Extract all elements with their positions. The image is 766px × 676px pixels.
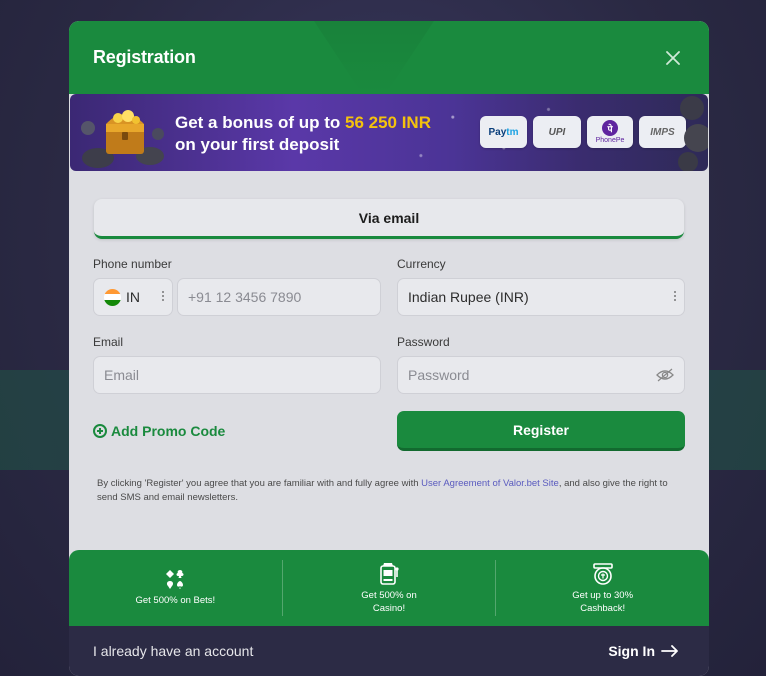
slot-machine-icon (380, 562, 399, 585)
bonus-features-bar: Get 500% on Bets! Get 500% on Casino! Ge… (69, 550, 709, 626)
registration-modal: Registration Get a bonus of up to 56 250… (69, 21, 709, 676)
phone-input[interactable]: +91 12 3456 7890 (177, 278, 381, 316)
country-code-select[interactable]: IN (93, 278, 173, 316)
bonus-bets: Get 500% on Bets! (69, 560, 282, 616)
phonepe-text: PhonePe (595, 137, 625, 144)
sign-in-link[interactable]: Sign In (608, 643, 679, 659)
password-placeholder: Password (408, 367, 470, 383)
user-agreement-link[interactable]: User Agreement of Valor.bet Site (421, 478, 559, 489)
email-label: Email (93, 335, 124, 349)
phonepe-mark: पे (602, 120, 618, 136)
upi-logo: UPI (533, 116, 581, 148)
phone-number-label: Phone number (93, 257, 172, 271)
paytm-logo: Pay tm (480, 116, 527, 148)
cashback-icon (592, 562, 613, 585)
coal-rocks-decoration (678, 96, 708, 171)
terms-text: By clicking 'Register' you agree that yo… (97, 477, 687, 505)
already-have-account-text: I already have an account (93, 643, 254, 659)
bonus-bets-label: Get 500% on Bets! (135, 595, 216, 606)
modal-header: Registration (69, 21, 709, 94)
country-code-value: IN (126, 289, 140, 305)
close-button[interactable] (663, 48, 683, 68)
deposit-bonus-banner: Get a bonus of up to 56 250 INR on your … (70, 94, 708, 171)
tab-via-email[interactable]: Via email (94, 199, 684, 239)
promo-label: Add Promo Code (111, 423, 226, 439)
currency-value: Indian Rupee (INR) (408, 289, 529, 305)
add-promo-code-link[interactable]: Add Promo Code (93, 423, 225, 439)
dropdown-dots-icon (674, 291, 676, 301)
phone-placeholder: +91 12 3456 7890 (188, 289, 302, 305)
bonus-amount: 56 250 INR (344, 113, 431, 132)
banner-line1: Get a bonus of up to (175, 113, 345, 132)
india-flag-icon (104, 288, 121, 306)
email-placeholder: Email (104, 367, 140, 383)
terms-prefix: By clicking 'Register' you agree that yo… (97, 478, 422, 489)
banner-text: Get a bonus of up to 56 250 INR on your … (175, 112, 431, 156)
eye-icon[interactable] (656, 368, 674, 382)
plus-circle-icon (93, 424, 107, 438)
modal-footer: I already have an account Sign In (69, 626, 709, 676)
bonus-cashback-label: Get up to 30% Cashback! (572, 589, 634, 614)
paytm-logo-part1: Pay (488, 126, 507, 138)
paytm-logo-part2: tm (506, 126, 519, 138)
banner-line2: on your first deposit (175, 135, 340, 154)
currency-select[interactable]: Indian Rupee (INR) (397, 278, 685, 316)
cards-suits-icon (166, 570, 184, 589)
bonus-casino-label: Get 500% on Casino! (361, 589, 417, 614)
arrow-right-icon (661, 645, 678, 657)
dropdown-dots-icon (162, 291, 164, 301)
treasure-chest-icon (81, 110, 164, 168)
payment-logos: Pay tm UPI पे PhonePe IMPS (480, 116, 686, 148)
bonus-cashback: Get up to 30% Cashback! (495, 560, 709, 616)
modal-title: Registration (93, 47, 196, 67)
password-field[interactable]: Password (397, 356, 685, 394)
sign-in-label: Sign In (608, 643, 655, 659)
close-icon (666, 50, 680, 65)
currency-label: Currency (397, 257, 446, 271)
header-logo-watermark (314, 21, 434, 94)
email-field[interactable]: Email (93, 356, 381, 394)
bonus-casino: Get 500% on Casino! (281, 560, 496, 616)
phonepe-logo: पे PhonePe (587, 116, 633, 148)
register-button[interactable]: Register (397, 411, 685, 451)
password-label: Password (397, 335, 450, 349)
